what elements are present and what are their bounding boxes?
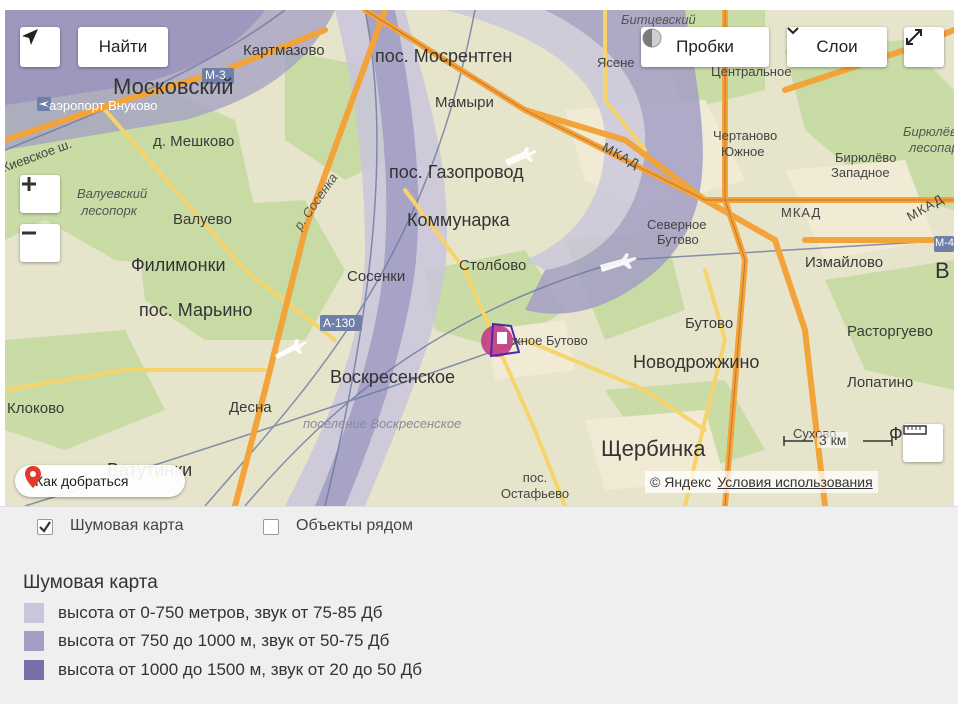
map-label-mosrentgen: пос. Мосрентген xyxy=(375,46,513,66)
copyright-text: © Яндекс xyxy=(650,474,712,490)
plus-icon xyxy=(22,177,36,191)
map-viewport[interactable]: Московский аэропорт Внуково Картмазово М… xyxy=(5,10,954,506)
traffic-icon xyxy=(642,28,662,48)
nearby-objects-checkbox-label: Объекты рядом xyxy=(296,517,414,534)
traffic-button[interactable]: Пробки xyxy=(641,27,769,67)
map-label-biryulevo-lp: Бирюлёво xyxy=(903,124,954,139)
scale-bar: 3 км xyxy=(783,432,893,448)
map-label-ostafyevo: пос. Остафьево xyxy=(500,470,570,501)
locate-button[interactable] xyxy=(20,27,60,67)
map-label-m3: М-3 xyxy=(205,68,226,82)
map-label-filimonki: Филимонки xyxy=(131,255,226,275)
legend-panel: Шумовая карта Объекты рядом Шумовая карт… xyxy=(0,506,958,704)
terms-link[interactable]: Условия использования xyxy=(717,474,872,490)
map-label-valuevsky: Валуевский xyxy=(77,186,148,201)
map-label-chertanovo: Чертаново xyxy=(713,128,778,143)
map-label-stolbovo: Столбово xyxy=(459,257,527,274)
nearby-objects-checkbox[interactable] xyxy=(263,519,279,535)
navigation-arrow-icon xyxy=(22,29,38,45)
map-label-gazoprovod: пос. Газопровод xyxy=(389,162,524,182)
noise-map-checkbox-label: Шумовая карта xyxy=(70,517,184,534)
map-label-lesopark: лесопорк xyxy=(81,203,137,218)
map-label-yasenevo: Ясене xyxy=(597,55,635,70)
pin-icon xyxy=(25,466,41,488)
map-label-yuzhnoe: Южное xyxy=(721,144,765,159)
directions-label: Как добраться xyxy=(35,473,129,489)
ruler-button[interactable] xyxy=(903,424,943,462)
ruler-icon xyxy=(903,425,927,435)
map-label-butovo-south: жное Бутово xyxy=(512,333,588,348)
map-label-severnoe: Северное xyxy=(647,217,707,232)
checkmark-icon xyxy=(39,521,51,533)
map-label-shcherbinka: Щербинка xyxy=(601,436,706,461)
page-frame: Московский аэропорт Внуково Картмазово М… xyxy=(0,0,958,704)
map-label-novodrozhzhino: Новодрожжино xyxy=(633,352,760,372)
map-label-marino: пос. Марьино xyxy=(139,300,253,320)
map-label-biryulevo-z: Бирюлёво xyxy=(835,150,897,165)
scale-label: 3 км xyxy=(817,432,849,448)
directions-button[interactable]: Как добраться xyxy=(15,465,185,497)
map-label-a130: А-130 xyxy=(323,316,356,330)
map-label-kartmazovo: Картмазово xyxy=(243,42,325,59)
expand-icon xyxy=(906,29,922,45)
map-label-m4: М-4 xyxy=(935,237,954,249)
zoom-in-button[interactable] xyxy=(20,175,60,213)
legend-item-low: высота от 0-750 метров, звук от 75-85 Дб xyxy=(58,603,383,622)
map-label-mkad-2: МКАД xyxy=(781,205,822,220)
find-button[interactable]: Найти xyxy=(78,27,168,67)
legend-item-mid: высота от 750 до 1000 м, звук от 50-75 Д… xyxy=(58,631,390,650)
map-label-butovo-n: Бутово xyxy=(657,232,699,247)
zoom-out-button[interactable] xyxy=(20,224,60,262)
layers-dropdown[interactable]: Слои xyxy=(787,27,887,67)
map-label-kommunarka: Коммунарка xyxy=(407,210,510,230)
copyright-bar: © Яндекс Условия использования xyxy=(645,471,878,493)
legend-title: Шумовая карта xyxy=(23,572,158,593)
map-label-butovo: Бутово xyxy=(685,315,734,332)
legend-swatch-high xyxy=(24,660,44,680)
map-label-lopatino: Лопатино xyxy=(847,374,914,391)
map-label-rastorguevo: Расторгуево xyxy=(847,323,934,340)
chevron-down-icon xyxy=(787,27,799,35)
legend-swatch-low xyxy=(24,603,44,623)
traffic-label: Пробки xyxy=(676,37,734,56)
map-label-klokovo: Клоково xyxy=(7,400,65,417)
map-label-meshkovo: д. Мешково xyxy=(153,133,235,150)
minus-icon xyxy=(22,231,36,235)
map-label-desna: Десна xyxy=(229,399,272,416)
map-label-izmaylovo: Измайлово xyxy=(805,254,884,271)
layers-label: Слои xyxy=(816,37,858,56)
map-label-valuevo: Валуево xyxy=(173,211,232,228)
map-label-edge-v: В xyxy=(935,258,950,283)
legend-item-high: высота от 1000 до 1500 м, звук от 20 до … xyxy=(58,660,423,679)
map-label-sosenki: Сосенки xyxy=(347,268,406,285)
legend-swatch-mid xyxy=(24,631,44,651)
noise-map-checkbox[interactable] xyxy=(37,519,53,535)
map-label-poselenie: поселение Воскресенское xyxy=(303,416,462,431)
map-label-lesopark-2: лесопарк xyxy=(909,140,954,155)
map-label-vnukovo: аэропорт Внуково xyxy=(49,98,158,113)
map-label-zapadnoe: Западное xyxy=(831,165,890,180)
map-label-bitsevsky: Битцевский xyxy=(621,12,696,27)
fullscreen-button[interactable] xyxy=(904,27,944,67)
map-label-voskresenskoe: Воскресенское xyxy=(330,367,455,387)
map-label-mamyri: Мамыри xyxy=(435,94,494,111)
